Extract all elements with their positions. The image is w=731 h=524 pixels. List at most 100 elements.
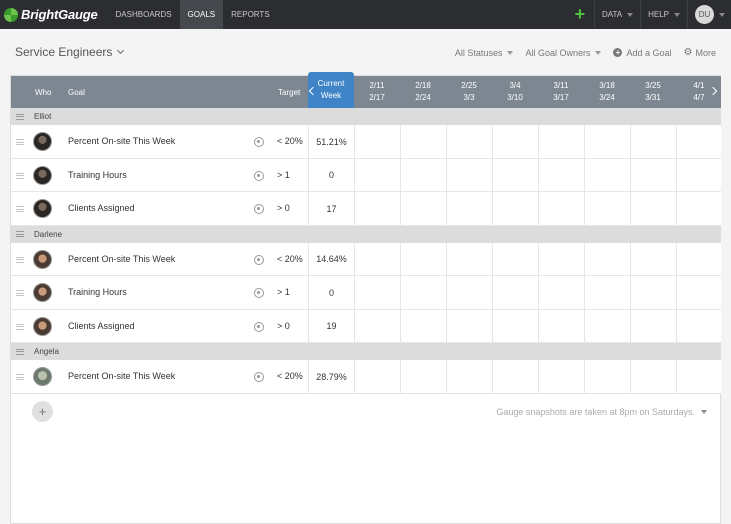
target-icon[interactable]	[254, 288, 264, 298]
col-goal: Goal	[68, 87, 85, 97]
data-menu[interactable]: DATA	[593, 0, 640, 29]
nav-dashboards[interactable]: DASHBOARDS	[108, 0, 180, 29]
target-value: < 20%	[277, 136, 303, 146]
current-week-line1: Current	[317, 79, 345, 88]
week-cell	[676, 276, 722, 309]
goal-row[interactable]: Training Hours > 1 0	[11, 276, 721, 310]
week-end: 3/31	[645, 93, 661, 102]
week-header: 3/18 3/24	[584, 76, 630, 108]
group-name: Darlene	[34, 229, 63, 239]
page-title: Service Engineers	[15, 45, 113, 59]
week-cell	[354, 125, 400, 158]
add-goal-button[interactable]: + Add a Goal	[613, 48, 672, 58]
current-week-value: 17	[308, 192, 354, 225]
page-title-dropdown[interactable]: Service Engineers	[15, 45, 125, 59]
more-button[interactable]: ⚙ More	[684, 47, 716, 58]
target-value: > 1	[277, 169, 290, 180]
group-row[interactable]: Angela	[11, 343, 721, 360]
brand-logo[interactable]: BrightGauge	[4, 0, 98, 29]
drag-handle-icon[interactable]	[16, 113, 24, 120]
week-end: 2/24	[415, 93, 431, 102]
goal-name[interactable]: Percent On-site This Week	[68, 254, 175, 264]
owner-filter-label: All Goal Owners	[525, 47, 591, 58]
snapshot-note: Gauge snapshots are taken at 8pm on Satu…	[496, 407, 695, 417]
week-cell	[630, 125, 676, 158]
user-menu[interactable]: DU	[687, 0, 731, 29]
week-cell	[584, 192, 630, 225]
goal-name[interactable]: Training Hours	[68, 287, 127, 297]
week-cell	[630, 192, 676, 225]
group-row[interactable]: Darlene	[11, 225, 721, 243]
avatar	[33, 249, 52, 269]
add-row-button[interactable]: +	[32, 401, 53, 422]
drag-handle-icon[interactable]	[16, 231, 24, 237]
nav-goals[interactable]: GOALS	[179, 0, 224, 29]
snapshot-setting[interactable]: Gauge snapshots are taken at 8pm on Satu…	[496, 407, 707, 417]
status-filter[interactable]: All Statuses	[455, 48, 514, 58]
goal-row[interactable]: Percent On-site This Week < 20% 51.21%	[11, 125, 721, 159]
target-icon[interactable]	[254, 321, 264, 332]
drag-handle-icon[interactable]	[16, 256, 24, 263]
goal-row[interactable]: Percent On-site This Week < 20% 28.79%	[11, 360, 721, 394]
brightgauge-logo-icon	[4, 7, 18, 22]
drag-handle-icon[interactable]	[16, 139, 24, 145]
current-week-line2: Week	[320, 91, 342, 100]
week-cell	[446, 158, 492, 192]
week-header: 3/4 3/10	[492, 76, 538, 108]
current-week-value: 14.64%	[308, 242, 354, 276]
target-icon[interactable]	[254, 137, 264, 147]
caret-down-icon	[701, 410, 707, 414]
goal-row[interactable]: Training Hours > 1 0	[11, 158, 721, 192]
week-end: 3/10	[507, 93, 523, 102]
week-cell	[584, 242, 630, 276]
drag-handle-icon[interactable]	[16, 172, 24, 179]
target-value: < 20%	[277, 371, 303, 381]
week-start: 3/25	[645, 81, 661, 90]
drag-handle-icon[interactable]	[16, 348, 24, 355]
drag-handle-icon[interactable]	[16, 206, 24, 212]
drag-handle-icon[interactable]	[16, 323, 24, 330]
week-header: 3/25 3/31	[630, 76, 676, 108]
week-cell	[446, 276, 492, 309]
week-cell	[400, 192, 446, 225]
target-value: < 20%	[277, 253, 303, 264]
help-menu[interactable]: HELP	[640, 0, 687, 29]
plus-circle-icon: +	[613, 48, 623, 57]
week-cell	[492, 276, 538, 309]
target-icon[interactable]	[254, 372, 264, 382]
group-name: Angela	[34, 347, 59, 356]
current-week-value: 19	[308, 309, 354, 343]
week-cell	[676, 192, 722, 225]
goal-name[interactable]: Clients Assigned	[68, 321, 135, 331]
chevron-down-icon	[117, 46, 125, 55]
avatar	[33, 367, 52, 386]
week-start: 2/25	[461, 81, 477, 90]
table-header: Who Goal Target Current Week 2/11 2/17 2/1…	[11, 72, 721, 108]
current-week-value: 0	[308, 276, 354, 309]
week-cell	[400, 276, 446, 309]
goal-row[interactable]: Clients Assigned > 0 19	[11, 309, 721, 343]
nav-reports[interactable]: REPORTS	[223, 0, 278, 29]
goal-name[interactable]: Training Hours	[68, 170, 127, 180]
add-plus-icon[interactable]: +	[566, 0, 594, 29]
goal-name[interactable]: Percent On-site This Week	[68, 371, 175, 381]
target-icon[interactable]	[254, 170, 264, 181]
week-cell	[630, 309, 676, 343]
gear-icon: ⚙	[683, 47, 693, 58]
group-name: Elliot	[34, 112, 52, 121]
goal-name[interactable]: Percent On-site This Week	[68, 136, 175, 146]
week-start: 4/1	[693, 81, 705, 90]
week-cell	[354, 309, 400, 343]
goal-row[interactable]: Clients Assigned > 0 17	[11, 192, 721, 226]
goal-name[interactable]: Clients Assigned	[68, 203, 135, 213]
target-icon[interactable]	[254, 204, 264, 214]
week-cell	[354, 158, 400, 192]
week-cell	[446, 309, 492, 343]
goal-row[interactable]: Percent On-site This Week < 20% 14.64%	[11, 242, 721, 276]
drag-handle-icon[interactable]	[16, 290, 24, 296]
target-icon[interactable]	[254, 254, 264, 265]
drag-handle-icon[interactable]	[16, 374, 24, 380]
owner-filter[interactable]: All Goal Owners	[525, 47, 602, 58]
week-cell	[584, 158, 630, 192]
group-row[interactable]: Elliot	[11, 108, 721, 125]
